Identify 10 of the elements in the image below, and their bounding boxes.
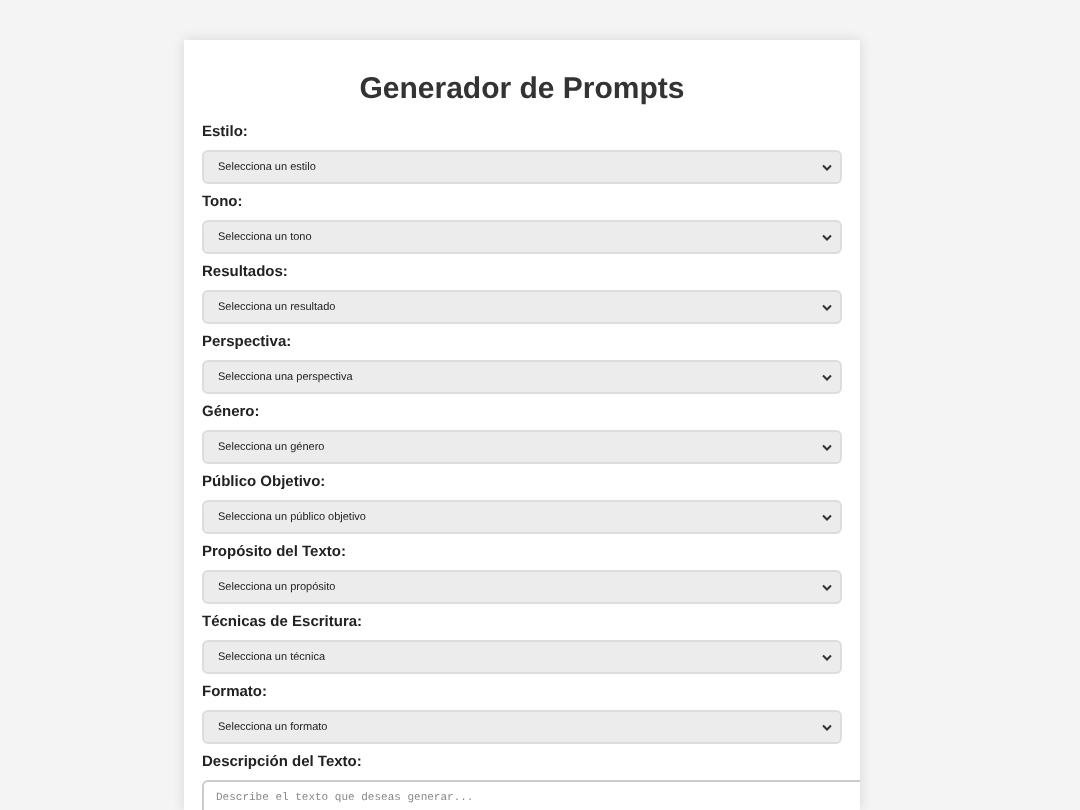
chevron-down-icon xyxy=(822,723,832,731)
chevron-down-icon xyxy=(822,653,832,661)
chevron-down-icon xyxy=(822,373,832,381)
chevron-down-icon xyxy=(822,163,832,171)
chevron-down-icon xyxy=(822,443,832,451)
chevron-down-icon xyxy=(822,303,832,311)
page-title: Generador de Prompts xyxy=(357,72,687,108)
chevron-down-icon xyxy=(822,513,832,521)
chevron-down-icon xyxy=(822,583,832,591)
chevron-down-icon xyxy=(822,233,832,241)
